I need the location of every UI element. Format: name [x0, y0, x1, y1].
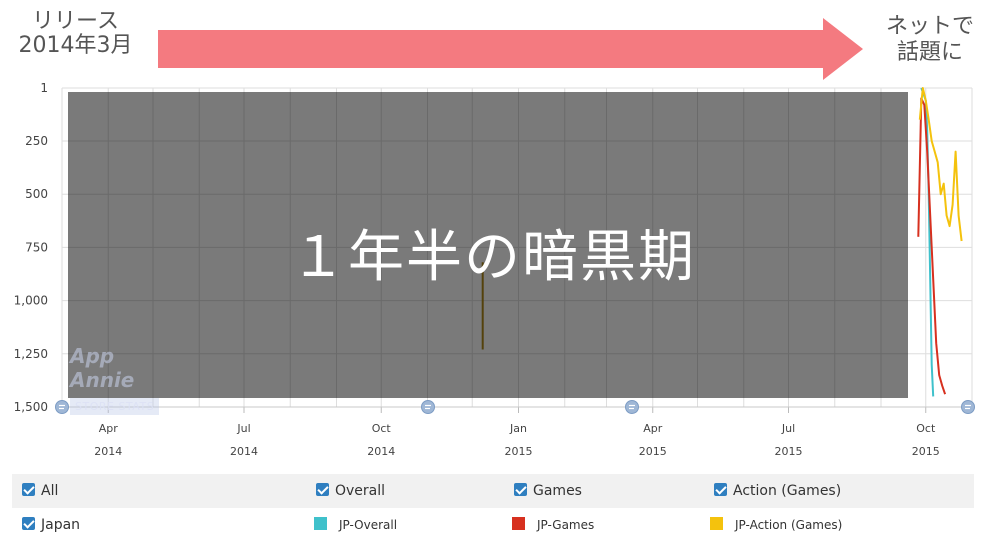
viral-line2: 話題に	[896, 40, 963, 65]
annotation-bubble-icon[interactable]	[55, 400, 69, 414]
annotation-bubble-icon[interactable]	[961, 400, 975, 414]
legend-series-label: JP-Games	[537, 518, 595, 532]
y-tick-label: 1,000	[14, 294, 48, 308]
chart-legend: All Overall Games Action (Games) Japan J…	[12, 474, 974, 544]
checkbox-checked-icon[interactable]	[22, 516, 35, 530]
viral-line1: ネットで	[885, 14, 974, 39]
release-line1: リリース	[32, 9, 119, 34]
x-tick-year: 2014	[367, 445, 395, 458]
x-tick-month: Jul	[781, 422, 795, 435]
checkbox-checked-icon[interactable]	[22, 482, 35, 496]
legend-series-row: Japan JP-Overall JP-Games JP-Action (Gam…	[12, 508, 974, 542]
legend-label-japan: Japan	[41, 517, 81, 533]
release-annotation: リリース 2014年3月	[8, 10, 143, 58]
legend-checkbox-games[interactable]: Games	[514, 474, 582, 508]
y-tick-label: 500	[25, 187, 48, 201]
legend-series-jp-games[interactable]: JP-Games	[512, 508, 594, 542]
series-swatch-jp-overall	[314, 517, 327, 530]
y-tick-label: 250	[25, 134, 48, 148]
viral-annotation: ネットで 話題に	[868, 14, 992, 66]
series-swatch-jp-action-games	[710, 517, 723, 530]
watermark-title: App Annie	[70, 344, 135, 392]
y-tick-label: 1,500	[14, 400, 48, 414]
app-annie-watermark: App Annie STORE STATS	[70, 344, 170, 415]
checkbox-checked-icon[interactable]	[714, 482, 727, 496]
legend-series-jp-overall[interactable]: JP-Overall	[314, 508, 397, 542]
x-axis: Apr 2014 Jul 2014 Oct 2014 Jan 2015 Apr 2015 Jul 20…	[62, 406, 972, 458]
legend-series-label: JP-Action (Games)	[735, 518, 843, 532]
y-axis: 1 250 500 750 1,000 1,250 1,500	[14, 81, 48, 414]
x-tick-month: Oct	[372, 422, 392, 435]
legend-checkbox-action-games[interactable]: Action (Games)	[714, 474, 841, 508]
y-tick-label: 1,250	[14, 347, 48, 361]
legend-label-games: Games	[533, 483, 582, 499]
bubble-circle	[55, 400, 69, 414]
checkbox-checked-icon[interactable]	[316, 482, 329, 496]
legend-label-overall: Overall	[335, 483, 386, 499]
y-tick-label: 750	[25, 240, 48, 254]
x-tick-year: 2014	[94, 445, 122, 458]
x-tick-year: 2015	[639, 445, 667, 458]
legend-category-row: All Overall Games Action (Games)	[12, 474, 974, 508]
legend-checkbox-all[interactable]: All	[22, 474, 58, 508]
annotation-bubble-icon[interactable]	[625, 400, 639, 414]
dark-period-label: １年半の暗黒期	[290, 225, 696, 290]
legend-label-action-games: Action (Games)	[733, 483, 842, 499]
legend-series-jp-action-games[interactable]: JP-Action (Games)	[710, 508, 842, 542]
x-tick-year: 2015	[504, 445, 532, 458]
x-tick-year: 2014	[230, 445, 258, 458]
checkbox-checked-icon[interactable]	[514, 482, 527, 496]
release-line2: 2014年3月	[18, 33, 133, 58]
x-tick-year: 2015	[912, 445, 940, 458]
legend-series-label: JP-Overall	[339, 518, 398, 532]
annotation-bubble-icon[interactable]	[421, 400, 435, 414]
x-tick-month: Oct	[916, 422, 936, 435]
x-tick-month: Jul	[236, 422, 250, 435]
series-swatch-jp-games	[512, 517, 525, 530]
watermark-subtitle: STORE STATS	[70, 398, 160, 415]
y-tick-label: 1	[40, 81, 48, 95]
x-tick-month: Jan	[509, 422, 527, 435]
x-tick-year: 2015	[775, 445, 803, 458]
bubble-circle	[961, 400, 975, 414]
timeline-arrow	[158, 18, 863, 80]
bubble-circle	[625, 400, 639, 414]
legend-checkbox-japan[interactable]: Japan	[22, 508, 80, 542]
x-tick-month: Apr	[643, 422, 663, 435]
legend-label-all: All	[41, 483, 59, 499]
bubble-circle	[421, 400, 435, 414]
x-tick-month: Apr	[99, 422, 119, 435]
legend-checkbox-overall[interactable]: Overall	[316, 474, 385, 508]
